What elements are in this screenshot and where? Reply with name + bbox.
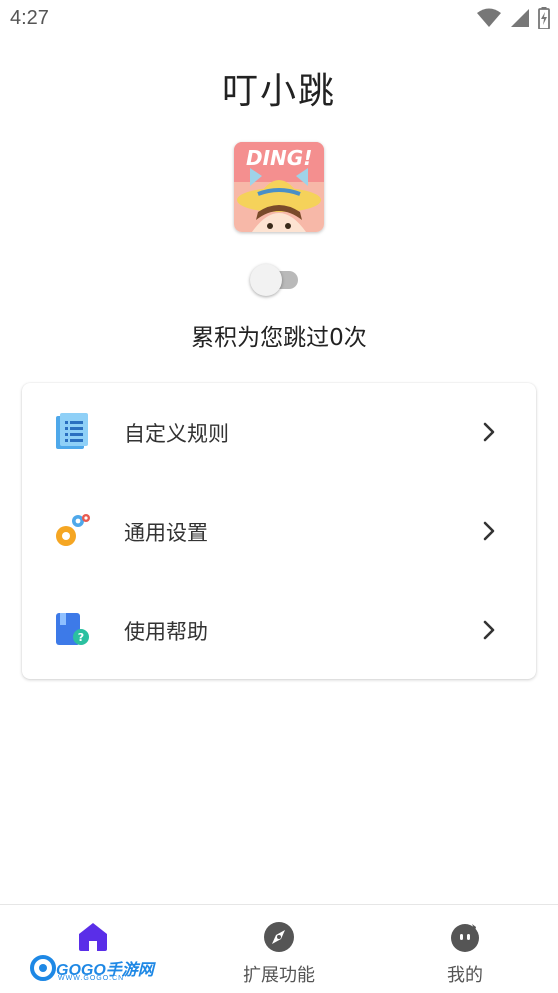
menu-item-custom-rules[interactable]: 自定义规则 [22, 383, 536, 481]
app-logo-text: DING! [246, 146, 313, 170]
face-icon [451, 924, 479, 952]
menu-label: 通用设置 [124, 521, 208, 545]
watermark-logo: GOGO手游网 WWW.GOGO.CN [30, 952, 154, 986]
nav-label: 我的 [447, 965, 483, 986]
compass-icon [264, 922, 294, 952]
document-list-icon [56, 413, 88, 449]
home-icon [79, 923, 107, 951]
app-logo: DING! [234, 142, 324, 232]
status-time: 4:27 [10, 7, 49, 29]
menu-item-help[interactable]: ? 使用帮助 [22, 581, 536, 679]
battery-charging-icon [538, 7, 550, 29]
app-title: 叮小跳 [221, 71, 336, 112]
nav-item-extensions[interactable]: 扩展功能 [186, 905, 372, 993]
help-book-icon: ? [56, 613, 89, 645]
chevron-right-icon [483, 620, 495, 640]
menu-label: 自定义规则 [124, 422, 229, 446]
chevron-right-icon [483, 521, 495, 541]
status-icons [476, 7, 550, 29]
svg-text:?: ? [78, 631, 84, 644]
toggle-thumb [250, 264, 282, 296]
menu-item-general-settings[interactable]: 通用设置 [22, 482, 536, 580]
signal-icon [511, 9, 529, 27]
skip-toggle[interactable] [250, 264, 298, 296]
menu-label: 使用帮助 [124, 620, 208, 644]
status-bar: 4:27 [0, 0, 558, 38]
watermark-subtext: WWW.GOGO.CN [58, 975, 125, 982]
gears-icon [56, 514, 90, 546]
wifi-icon [477, 8, 501, 27]
chevron-right-icon [483, 422, 495, 442]
skip-count-text: 累积为您跳过0次 [191, 325, 367, 351]
menu-card: 自定义规则 通用设置 ? 使用帮助 [22, 383, 536, 679]
nav-item-mine[interactable]: 我的 [372, 905, 558, 993]
nav-label: 扩展功能 [243, 965, 315, 986]
